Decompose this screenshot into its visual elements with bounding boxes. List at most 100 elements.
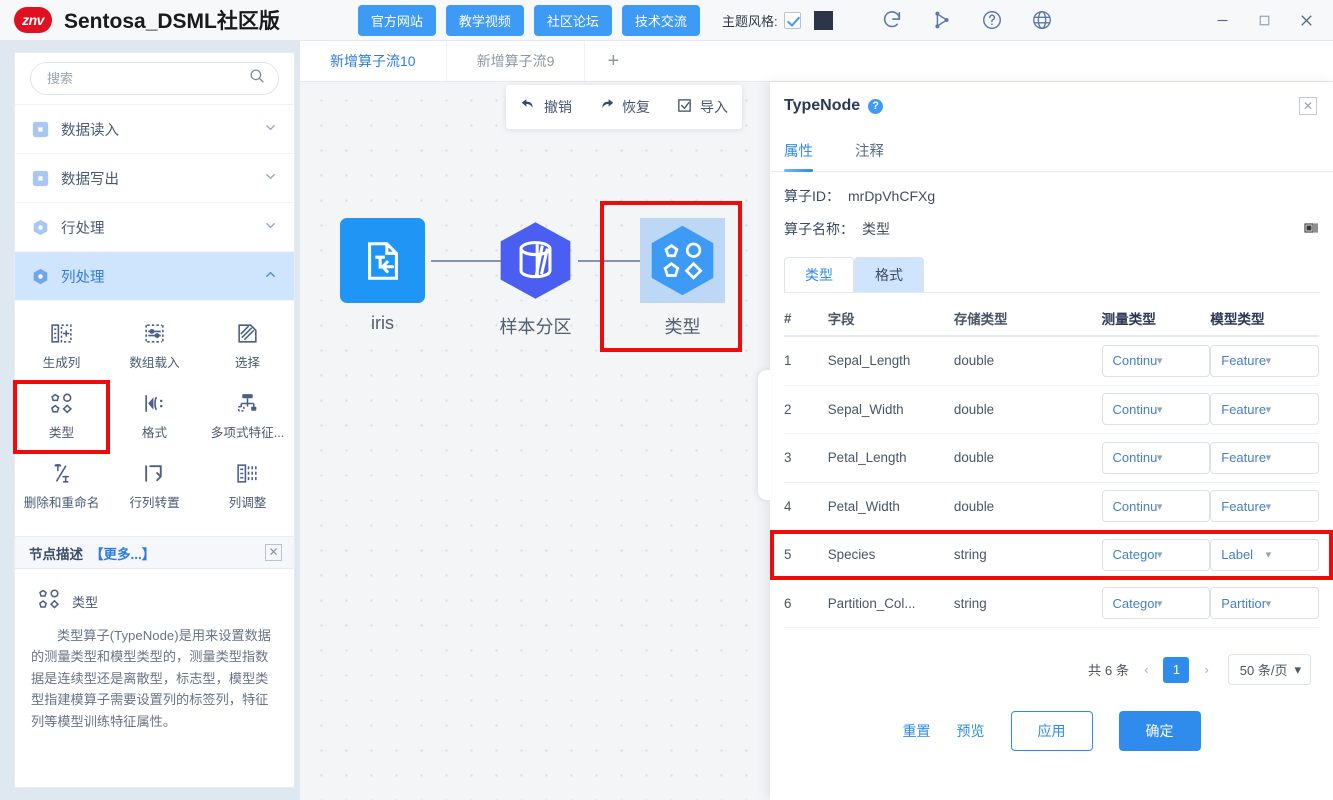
table-row[interactable]: 2 Sepal_Width double Continuous▾ Feature…: [784, 386, 1319, 434]
cell-index: 4: [784, 498, 792, 514]
tab-comments[interactable]: 注释: [855, 130, 884, 172]
redo-icon: [598, 97, 615, 117]
branch-icon[interactable]: [931, 9, 953, 31]
reset-button[interactable]: 重置: [903, 721, 931, 741]
tool-format[interactable]: 格式: [108, 382, 201, 452]
panel-close-button[interactable]: ✕: [1299, 97, 1317, 115]
undo-button[interactable]: 撤销: [520, 97, 572, 117]
chevron-down-icon: ▾: [1156, 500, 1163, 513]
table-row[interactable]: 1 Sepal_Length double Continuous▾ Featur…: [784, 337, 1319, 386]
canvas-node-partition[interactable]: 样本分区: [493, 218, 578, 339]
measure-type-select[interactable]: Continuous▾: [1101, 393, 1211, 426]
chevron-down-icon: ▾: [1156, 597, 1163, 610]
theme-checkbox[interactable]: [783, 11, 801, 29]
canvas-node-label: 样本分区: [499, 317, 572, 337]
add-flow-tab-button[interactable]: +: [585, 41, 641, 81]
redo-button[interactable]: 恢复: [598, 97, 650, 117]
globe-icon[interactable]: [1031, 9, 1053, 31]
generate-column-icon: [49, 321, 74, 346]
panel-header: TypeNode ? ✕: [770, 82, 1333, 130]
measure-type-select[interactable]: Continuous▾: [1101, 490, 1211, 523]
cell-index: 3: [784, 450, 792, 466]
model-type-select[interactable]: Feature ▾: [1210, 344, 1319, 377]
cell-field: Sepal_Length: [827, 353, 911, 369]
panel-footer: 重置 预览 应用 确定: [770, 685, 1333, 751]
chevron-down-icon: [263, 169, 278, 187]
page-number-1[interactable]: 1: [1163, 656, 1190, 683]
measure-type-select[interactable]: Continuous▾: [1101, 344, 1211, 377]
tool-column-adjust[interactable]: 列调整: [201, 452, 294, 522]
model-type-select[interactable]: Feature ▾: [1210, 393, 1319, 426]
search-box[interactable]: [30, 62, 279, 95]
tool-delete-rename[interactable]: 删除和重命名: [15, 452, 108, 522]
node-description-header: 节点描述 【更多...】 ✕: [15, 536, 294, 569]
maximize-button[interactable]: [1243, 0, 1285, 41]
panel-collapse-handle[interactable]: [758, 370, 771, 500]
help-icon[interactable]: [981, 9, 1003, 31]
chevron-down-icon: ▾: [1156, 549, 1163, 562]
sidebar-item-column-processing[interactable]: 列处理: [15, 252, 294, 301]
table-row[interactable]: 6 Partition_Col... string Categorical▾ P…: [784, 580, 1319, 628]
tool-type[interactable]: 类型: [13, 380, 110, 454]
tool-transpose[interactable]: 行列转置: [108, 452, 201, 522]
search-input[interactable]: [47, 71, 248, 86]
confirm-button[interactable]: 确定: [1118, 711, 1201, 751]
tool-select[interactable]: 选择: [201, 312, 294, 382]
community-forum-button[interactable]: 社区论坛: [533, 4, 612, 36]
refresh-icon[interactable]: [881, 9, 903, 31]
flow-tab-2[interactable]: 新增算子流9: [447, 41, 586, 81]
sub-tab-type[interactable]: 类型: [784, 257, 854, 293]
table-row[interactable]: 3 Petal_Length double Continuous▾ Featur…: [784, 434, 1319, 483]
source-file-icon: [340, 218, 425, 303]
table-row[interactable]: 5 Species string Categorical▾ Label▾: [770, 530, 1333, 580]
cell-index: 2: [784, 401, 792, 417]
canvas-node-iris[interactable]: iris: [340, 218, 425, 334]
tool-generate-column[interactable]: 生成列: [15, 312, 108, 382]
tab-properties[interactable]: 属性: [784, 130, 813, 172]
measure-type-select[interactable]: Continuous▾: [1101, 441, 1211, 474]
panel-sub-tabs: 类型 格式: [784, 257, 1333, 293]
sidebar-item-row-processing[interactable]: 行处理: [15, 203, 294, 252]
minimize-button[interactable]: [1201, 0, 1243, 41]
tool-array-load[interactable]: 数组载入: [108, 312, 201, 382]
theme-style-label: 主题风格:: [721, 13, 778, 29]
close-icon[interactable]: ✕: [265, 544, 282, 561]
cell-field: Petal_Length: [827, 450, 907, 466]
flow-tab-1[interactable]: 新增算子流10: [300, 41, 447, 81]
preview-button[interactable]: 预览: [957, 721, 985, 741]
tech-exchange-button[interactable]: 技术交流: [621, 4, 700, 36]
chevron-down-icon: ▾: [1294, 661, 1301, 677]
official-site-button[interactable]: 官方网站: [357, 4, 436, 36]
page-size-select[interactable]: 50 条/页 ▾: [1227, 654, 1311, 685]
measure-type-value: Continuous: [1112, 401, 1157, 417]
table-row[interactable]: 4 Petal_Width double Continuous▾ Feature…: [784, 483, 1319, 531]
operator-id-value: mrDpVhCFXg: [848, 188, 936, 204]
close-button[interactable]: [1285, 0, 1327, 41]
next-page-button[interactable]: ›: [1201, 662, 1211, 677]
rename-icon[interactable]: [1303, 220, 1319, 239]
apply-button[interactable]: 应用: [1010, 711, 1093, 751]
chevron-down-icon: ▾: [1265, 355, 1272, 368]
model-type-select[interactable]: Feature ▾: [1210, 441, 1319, 474]
canvas-toolbar: 撤销 恢复 导入: [506, 85, 742, 129]
cell-field: Sepal_Width: [827, 401, 904, 417]
prev-page-button[interactable]: ‹: [1141, 662, 1151, 677]
measure-type-select[interactable]: Categorical▾: [1101, 587, 1211, 620]
sidebar-item-data-output[interactable]: 数据写出: [15, 154, 294, 203]
chevron-down-icon: ▾: [1265, 500, 1272, 513]
sidebar-item-data-input[interactable]: 数据读入: [15, 105, 294, 154]
square-dot-icon: [32, 170, 49, 187]
node-description-more-link[interactable]: 【更多...】: [90, 543, 155, 563]
help-icon[interactable]: ?: [868, 98, 884, 114]
operator-name-row: 算子名称： 类型: [770, 206, 1333, 239]
theme-color-swatch[interactable]: [813, 10, 833, 30]
cell-field: Petal_Width: [827, 498, 900, 514]
sub-tab-format[interactable]: 格式: [854, 257, 924, 293]
tool-polynomial-features[interactable]: 多项式特征...: [201, 382, 294, 452]
model-type-select[interactable]: Label ▾: [1210, 538, 1319, 571]
measure-type-select[interactable]: Categorical▾: [1101, 538, 1211, 571]
tutorial-video-button[interactable]: 教学视频: [445, 4, 524, 36]
import-button[interactable]: 导入: [676, 97, 728, 117]
model-type-select[interactable]: Partition ▾: [1210, 587, 1319, 620]
model-type-select[interactable]: Feature ▾: [1210, 490, 1319, 523]
